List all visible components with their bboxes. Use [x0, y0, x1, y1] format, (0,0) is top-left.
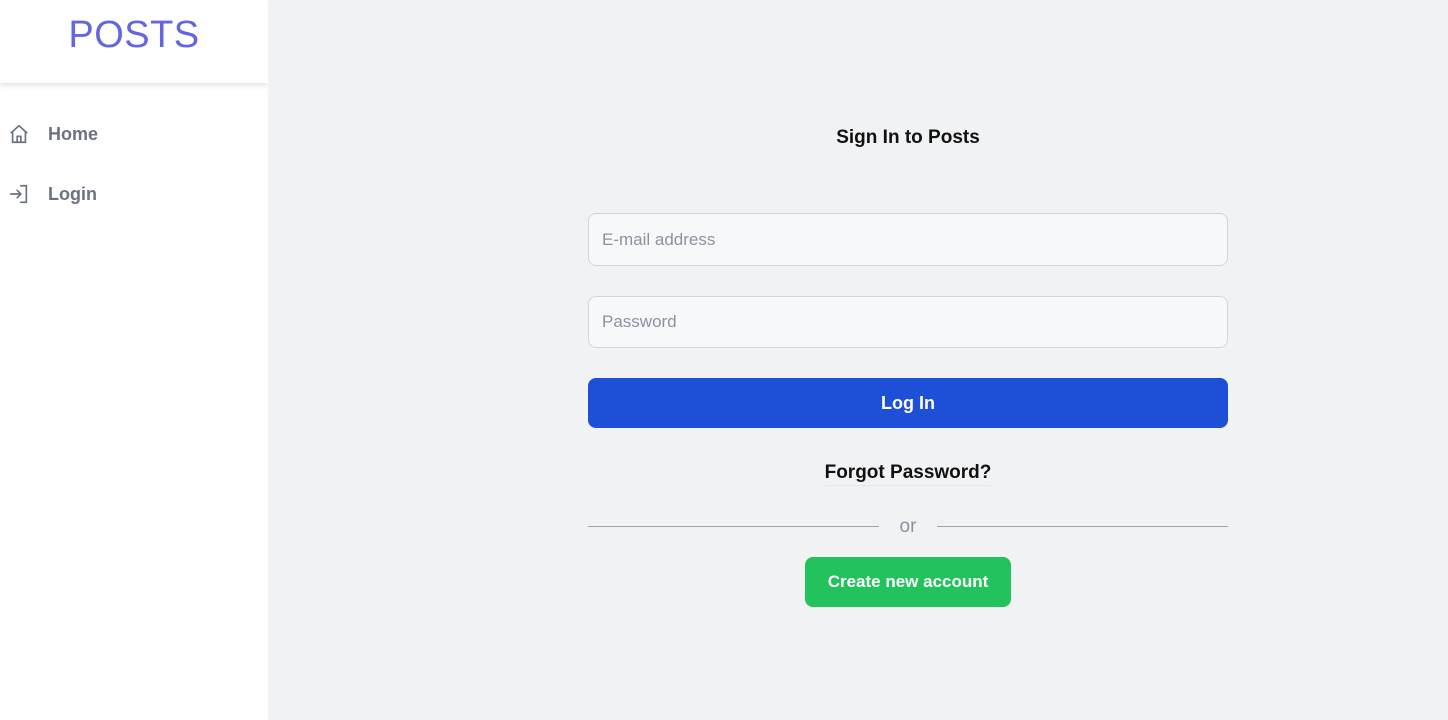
page-title: Sign In to Posts	[836, 127, 980, 148]
sidebar-item-label: Login	[48, 183, 97, 204]
log-in-button[interactable]: Log In	[588, 378, 1228, 428]
brand-header: POSTS	[0, 0, 268, 83]
sign-in-form: Log In Forgot Password? or Create new ac…	[588, 213, 1228, 607]
home-icon	[8, 123, 30, 145]
password-field[interactable]	[588, 296, 1228, 348]
sidebar-item-label: Home	[48, 123, 99, 144]
sidebar: POSTS Home Login	[0, 0, 268, 720]
app-window: POSTS Home Login Sign In to Posts E-mail…	[0, 0, 1448, 720]
or-divider: or	[588, 516, 1228, 540]
email-field[interactable]	[588, 213, 1228, 266]
divider-line-right	[937, 526, 1228, 527]
divider-text: or	[899, 516, 917, 537]
login-icon	[8, 183, 30, 205]
forgot-password-link[interactable]: Forgot Password?	[824, 462, 992, 486]
brand-title[interactable]: POSTS	[68, 14, 199, 57]
sidebar-item-login[interactable]: Login	[8, 178, 97, 210]
create-account-button[interactable]: Create new account	[805, 557, 1011, 607]
main-content: Sign In to Posts Log In Forgot Password?…	[268, 0, 1448, 720]
sidebar-item-home[interactable]: Home	[8, 118, 98, 150]
